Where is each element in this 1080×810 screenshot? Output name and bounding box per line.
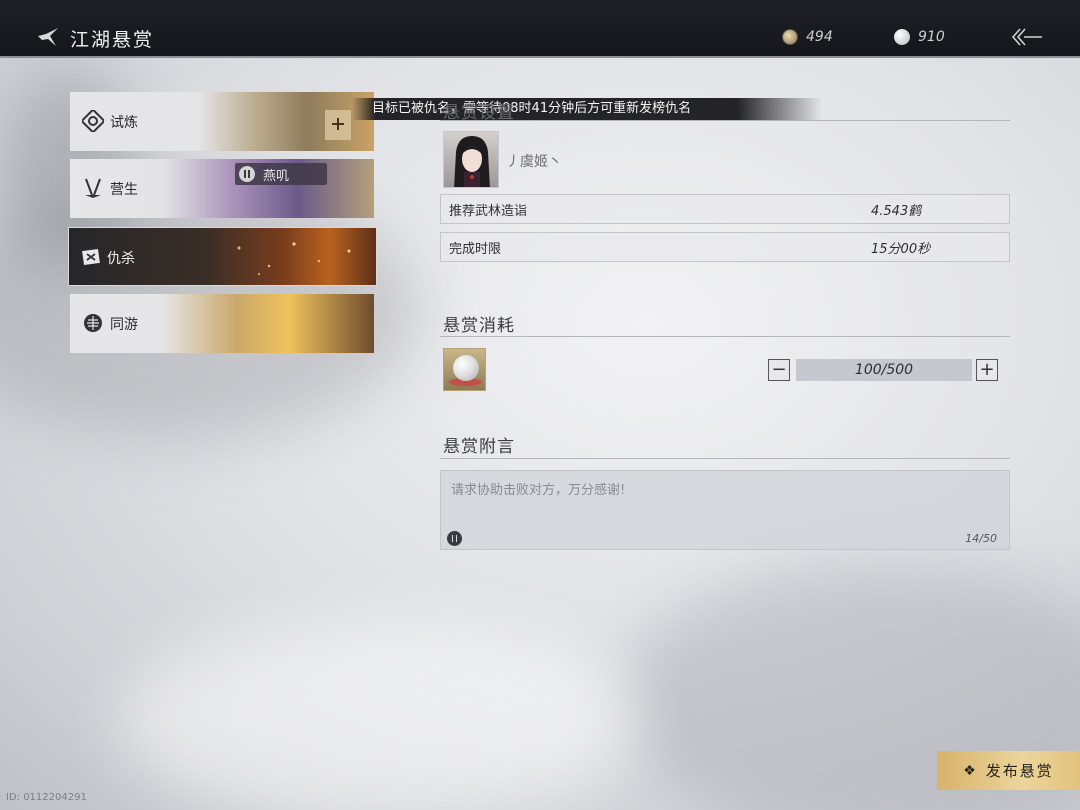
target-avatar [443,131,499,188]
note-input[interactable]: 请求协助击败对方，万分感谢! 14/50 [440,470,1010,550]
copper-coin-icon [782,29,798,45]
back-icon[interactable] [1010,26,1044,48]
player-id: ID: 0112204291 [6,792,87,803]
category-vendetta[interactable]: 仇杀 [68,227,377,286]
page-title: 江湖悬赏 [70,29,155,51]
category-label: 同游 [110,317,138,333]
toast-message: 目标已被仇名，需等待08时41分钟后方可重新发榜仇名 [352,98,822,120]
publish-button[interactable]: ❖ 发布悬赏 [937,751,1080,790]
top-bar: 江湖悬赏 494 910 [0,0,1080,58]
voice-icon[interactable] [447,531,462,546]
voice-icon [239,166,255,182]
increase-button[interactable]: + [976,359,998,381]
row-key: 完成时限 [449,241,502,257]
friend-name: 燕叽 [263,168,290,184]
time-limit-row: 完成时限 15分00秒 [440,232,1010,262]
divider [440,120,1010,121]
category-label: 仇杀 [107,251,135,267]
currency-copper: 494 [782,29,833,45]
livelihood-icon [85,178,101,198]
category-livelihood[interactable]: 营生 [70,159,374,218]
shrine-icon [325,110,351,140]
copper-amount: 494 [806,29,833,45]
category-label: 试炼 [110,115,138,131]
pearl-item-icon[interactable] [443,348,486,391]
category-companion[interactable]: 同游 [70,294,374,353]
recommend-row: 推荐武林造诣 4.543鹤 [440,194,1010,224]
portrait-icon [454,136,490,187]
vendetta-icon [82,248,100,266]
friend-tag: 燕叽 [235,163,327,185]
publish-label: 发布悬赏 [985,762,1054,780]
quantity-display[interactable]: 100/500 [796,359,972,381]
pearl-icon [894,29,910,45]
char-counter: 14/50 [965,532,997,545]
target-name: 丿虞姬丶 [506,154,562,170]
note-title: 悬赏附言 [443,437,515,457]
trial-icon [82,110,104,132]
diamond-icon: ❖ [963,762,978,779]
category-label: 营生 [110,182,138,198]
sparks-icon [237,242,351,275]
currency-pearl: 910 [894,29,945,45]
divider [440,336,1010,337]
note-text[interactable]: 请求协助击败对方，万分感谢! [451,479,625,498]
swallow-icon [38,28,58,46]
pearl-amount: 910 [918,29,945,45]
divider [440,458,1010,459]
decrease-button[interactable]: − [768,359,790,381]
row-value: 4.543鹤 [871,203,922,219]
companion-icon [84,314,102,332]
row-key: 推荐武林造诣 [449,203,528,219]
category-trial[interactable]: 试炼 [70,92,374,151]
row-value: 15分00秒 [871,241,931,257]
cost-title: 悬赏消耗 [443,316,515,336]
